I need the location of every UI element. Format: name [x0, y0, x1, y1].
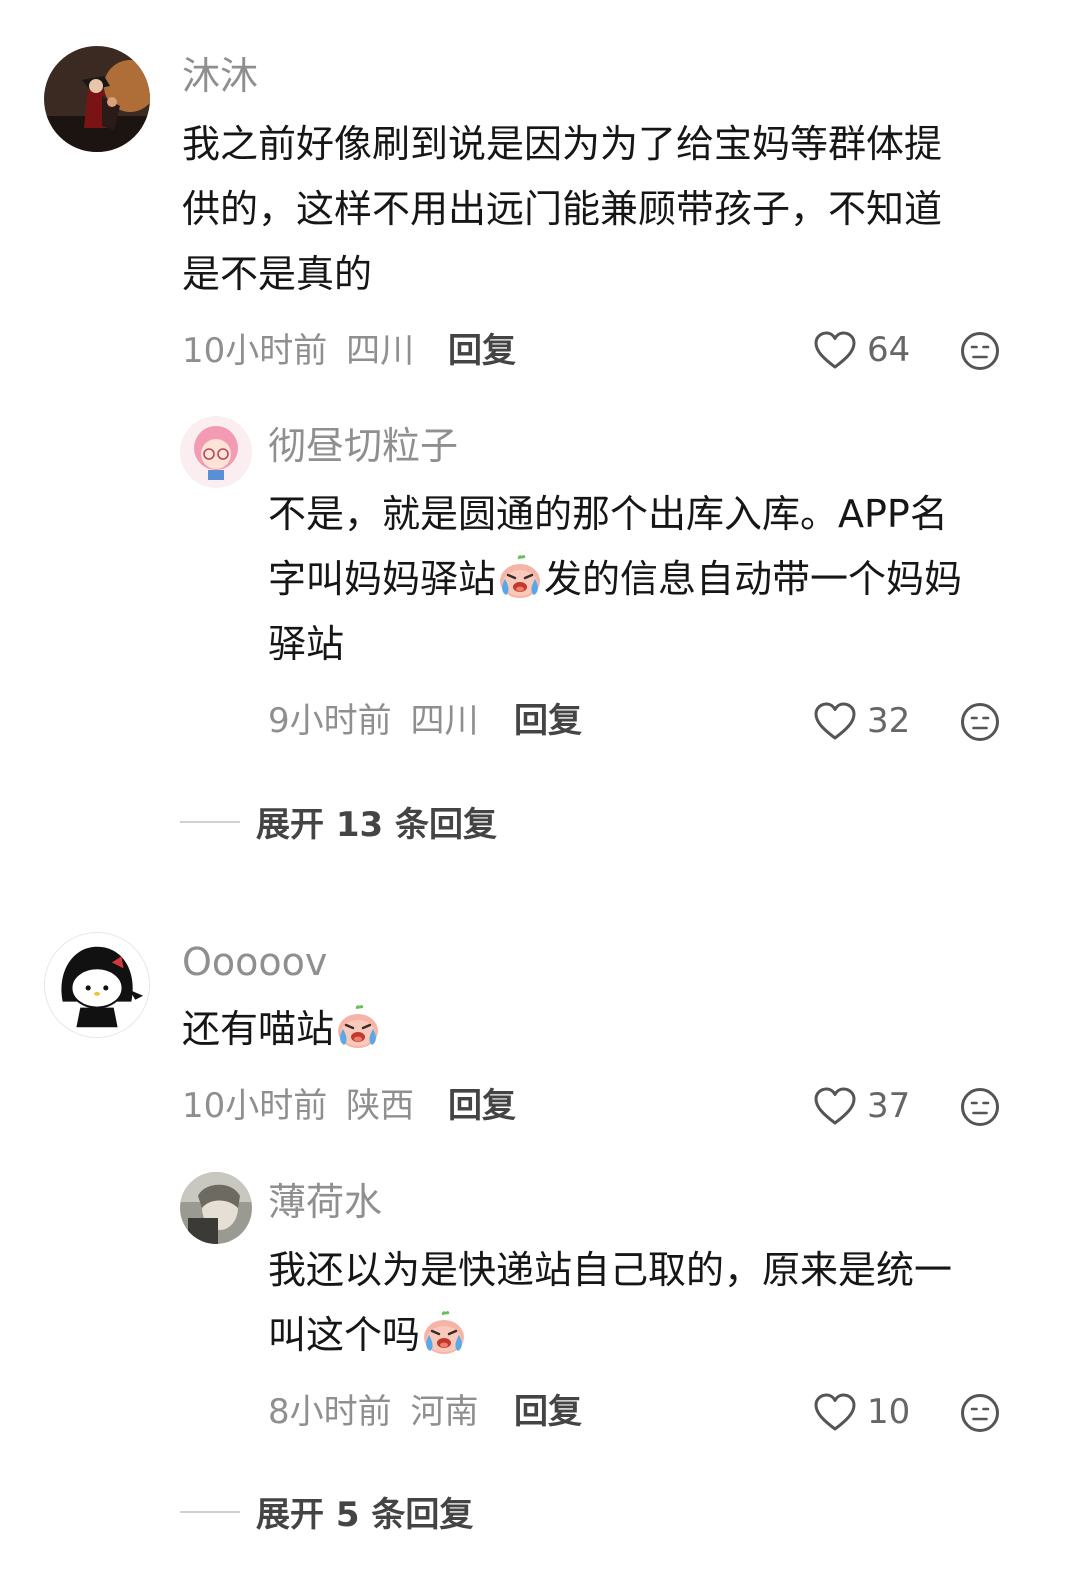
- crying-face-emoji: [334, 1003, 382, 1051]
- reply-time: 8小时前: [268, 1392, 392, 1432]
- like-count: 10: [867, 1392, 911, 1432]
- comment-location: 陕西: [346, 1086, 415, 1126]
- comment-location: 四川: [346, 331, 415, 371]
- divider: [180, 820, 240, 823]
- username[interactable]: 沐沐: [182, 54, 258, 98]
- comment-meta: 10小时前 四川: [182, 331, 414, 371]
- like-count: 32: [867, 701, 911, 741]
- reply-meta: 9小时前 四川: [268, 701, 478, 741]
- reply-location: 四川: [410, 701, 479, 741]
- comment-text: 我之前好像刷到说是因为为了给宝妈等群体提 供的，这样不用出远门能兼顾带孩子，不知…: [182, 122, 943, 296]
- username[interactable]: 薄荷水: [268, 1180, 382, 1224]
- avatar[interactable]: [44, 932, 150, 1038]
- reply-location: 河南: [410, 1392, 479, 1432]
- heart-outline-icon: [813, 329, 857, 371]
- crying-face-emoji: [496, 553, 544, 601]
- meh-face-icon: [960, 1393, 1000, 1433]
- like-button[interactable]: 64: [813, 329, 910, 371]
- like-button[interactable]: 37: [813, 1085, 910, 1127]
- crying-face-emoji: [420, 1309, 468, 1357]
- reply-time: 9小时前: [268, 701, 392, 741]
- expand-replies-label: 展开 5 条回复: [256, 1495, 474, 1535]
- reply-button[interactable]: 回复: [514, 1392, 582, 1432]
- heart-outline-icon: [813, 1391, 857, 1433]
- meh-face-icon: [960, 702, 1000, 742]
- meh-face-icon: [960, 1087, 1000, 1127]
- avatar[interactable]: [180, 416, 252, 488]
- meh-face-icon: [960, 331, 1000, 371]
- avatar[interactable]: [180, 1172, 252, 1244]
- reply-button[interactable]: 回复: [448, 331, 516, 371]
- username[interactable]: Ooooov: [182, 940, 327, 984]
- avatar[interactable]: [44, 46, 150, 152]
- expand-replies-button[interactable]: 展开 13 条回复: [180, 797, 497, 846]
- expand-replies-button[interactable]: 展开 5 条回复: [180, 1487, 473, 1536]
- like-button[interactable]: 10: [813, 1391, 910, 1433]
- like-count: 37: [867, 1086, 911, 1126]
- comment-time: 10小时前: [182, 1086, 328, 1126]
- reply-text: 我还以为是快递站自己取的，原来是统一 叫这个吗: [268, 1248, 953, 1357]
- dislike-button[interactable]: [960, 331, 1000, 371]
- dislike-button[interactable]: [960, 1393, 1000, 1433]
- comment-text: 还有喵站: [182, 997, 382, 1062]
- comment-time: 10小时前: [182, 331, 328, 371]
- reply-meta: 8小时前 河南: [268, 1392, 478, 1432]
- reply-button[interactable]: 回复: [448, 1086, 516, 1126]
- heart-outline-icon: [813, 700, 857, 742]
- like-count: 64: [867, 330, 911, 370]
- like-button[interactable]: 32: [813, 700, 910, 742]
- username[interactable]: 彻昼切粒子: [268, 424, 458, 468]
- divider: [180, 1510, 240, 1513]
- dislike-button[interactable]: [960, 702, 1000, 742]
- dislike-button[interactable]: [960, 1087, 1000, 1127]
- reply-button[interactable]: 回复: [514, 701, 582, 741]
- expand-replies-label: 展开 13 条回复: [256, 805, 497, 845]
- comment-meta: 10小时前 陕西: [182, 1086, 414, 1126]
- reply-text: 不是，就是圆通的那个出库入库。APP名 字叫妈妈驿站 发的信息自动带一个妈妈 驿站: [268, 492, 963, 666]
- heart-outline-icon: [813, 1085, 857, 1127]
